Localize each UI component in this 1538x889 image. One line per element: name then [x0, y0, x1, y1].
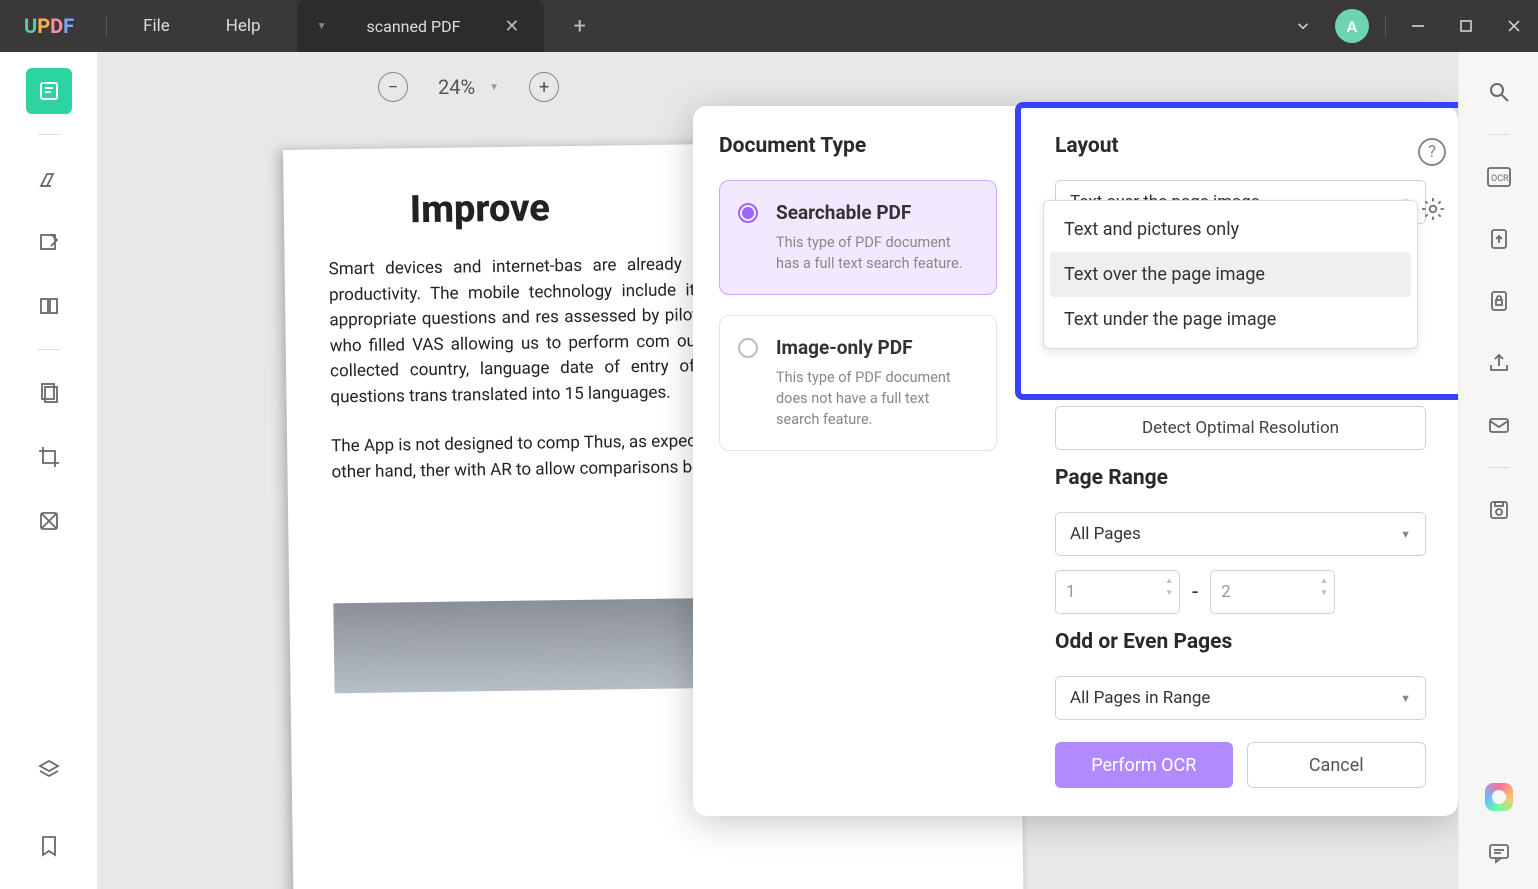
searchable-pdf-option[interactable]: Searchable PDF This type of PDF document… — [719, 180, 997, 295]
option-description: This type of PDF document does not have … — [776, 367, 976, 430]
layout-option-text-over[interactable]: Text over the page image — [1050, 252, 1411, 297]
zoom-level[interactable]: 24% ▼ — [438, 75, 499, 99]
layout-heading: Layout — [1055, 134, 1426, 158]
range-dash: - — [1192, 580, 1198, 605]
separator — [1385, 15, 1386, 37]
titlebar: UPDF File Help ▼ scanned PDF ✕ + A — [0, 0, 1538, 52]
close-tab-icon[interactable]: ✕ — [500, 12, 523, 41]
option-title: Image-only PDF — [776, 336, 976, 359]
reader-tool[interactable] — [26, 68, 72, 114]
zoom-in-button[interactable]: + — [529, 72, 559, 102]
maximize-icon[interactable] — [1442, 2, 1490, 50]
odd-even-value: All Pages in Range — [1070, 688, 1210, 708]
add-tab-button[interactable]: + — [544, 14, 616, 39]
brand-logo-icon[interactable] — [1485, 783, 1513, 811]
app-logo: UPDF — [0, 14, 98, 38]
radio-icon — [738, 338, 758, 358]
page-from-input[interactable]: 1 ▲▼ — [1055, 570, 1180, 614]
detect-resolution-button[interactable]: Detect Optimal Resolution — [1055, 406, 1426, 450]
perform-ocr-button[interactable]: Perform OCR — [1055, 742, 1233, 788]
gear-icon[interactable] — [1420, 196, 1446, 222]
separator — [106, 15, 107, 37]
redact-tool[interactable] — [26, 498, 72, 544]
help-icon[interactable]: ? — [1418, 138, 1446, 166]
separator — [38, 134, 60, 135]
tab-title: scanned PDF — [366, 17, 460, 36]
organize-tool[interactable] — [26, 370, 72, 416]
minimize-icon[interactable] — [1394, 2, 1442, 50]
close-window-icon[interactable] — [1490, 2, 1538, 50]
highlight-tool[interactable] — [26, 155, 72, 201]
caret-down-icon: ▼ — [1400, 528, 1411, 541]
zoom-out-button[interactable]: − — [378, 72, 408, 102]
right-toolbar: OCR — [1458, 52, 1538, 889]
chevron-down-icon: ▼ — [489, 82, 499, 93]
option-description: This type of PDF document has a full tex… — [776, 232, 976, 274]
layout-dropdown: Text and pictures only Text over the pag… — [1043, 200, 1418, 349]
search-icon[interactable] — [1479, 72, 1519, 112]
workarea: − 24% ▼ + Improve Smart devices and inte… — [0, 52, 1538, 889]
doc-image-placeholder — [333, 598, 714, 693]
chevron-down-icon[interactable] — [1279, 2, 1327, 50]
separator — [1488, 467, 1510, 468]
user-avatar[interactable]: A — [1335, 9, 1369, 43]
edit-text-tool[interactable] — [26, 219, 72, 265]
bookmark-icon[interactable] — [26, 823, 72, 869]
cancel-button[interactable]: Cancel — [1247, 742, 1427, 788]
ocr-dialog: Document Type Searchable PDF This type o… — [693, 106, 1458, 816]
convert-icon[interactable] — [1479, 219, 1519, 259]
svg-text:OCR: OCR — [1491, 174, 1509, 184]
layout-option-text-pictures[interactable]: Text and pictures only — [1050, 207, 1411, 252]
menu-help[interactable]: Help — [198, 16, 289, 36]
separator — [38, 349, 60, 350]
odd-even-select[interactable]: All Pages in Range ▼ — [1055, 676, 1426, 720]
comment-icon[interactable] — [1479, 833, 1519, 873]
page-range-heading: Page Range — [1055, 466, 1426, 490]
page-range-value: All Pages — [1070, 524, 1141, 544]
page-range-select[interactable]: All Pages ▼ — [1055, 512, 1426, 556]
ocr-icon[interactable]: OCR — [1479, 157, 1519, 197]
option-title: Searchable PDF — [776, 201, 976, 224]
layers-icon[interactable] — [26, 747, 72, 793]
radio-icon — [738, 203, 758, 223]
document-canvas: − 24% ▼ + Improve Smart devices and inte… — [98, 52, 1458, 889]
crop-tool[interactable] — [26, 434, 72, 480]
document-type-heading: Document Type — [719, 134, 997, 158]
caret-down-icon: ▼ — [1400, 692, 1411, 705]
pages-tool[interactable] — [26, 283, 72, 329]
zoom-value: 24% — [438, 75, 475, 99]
image-only-pdf-option[interactable]: Image-only PDF This type of PDF document… — [719, 315, 997, 451]
share-icon[interactable] — [1479, 343, 1519, 383]
menu-file[interactable]: File — [115, 16, 198, 36]
left-toolbar — [0, 52, 98, 889]
document-tab[interactable]: ▼ scanned PDF ✕ — [297, 0, 544, 52]
save-icon[interactable] — [1479, 490, 1519, 530]
email-icon[interactable] — [1479, 405, 1519, 445]
separator — [1488, 134, 1510, 135]
zoom-controls: − 24% ▼ + — [378, 72, 559, 102]
layout-option-text-under[interactable]: Text under the page image — [1050, 297, 1411, 342]
protect-icon[interactable] — [1479, 281, 1519, 321]
page-to-input[interactable]: 2 ▲▼ — [1210, 570, 1335, 614]
odd-even-heading: Odd or Even Pages — [1055, 630, 1426, 654]
